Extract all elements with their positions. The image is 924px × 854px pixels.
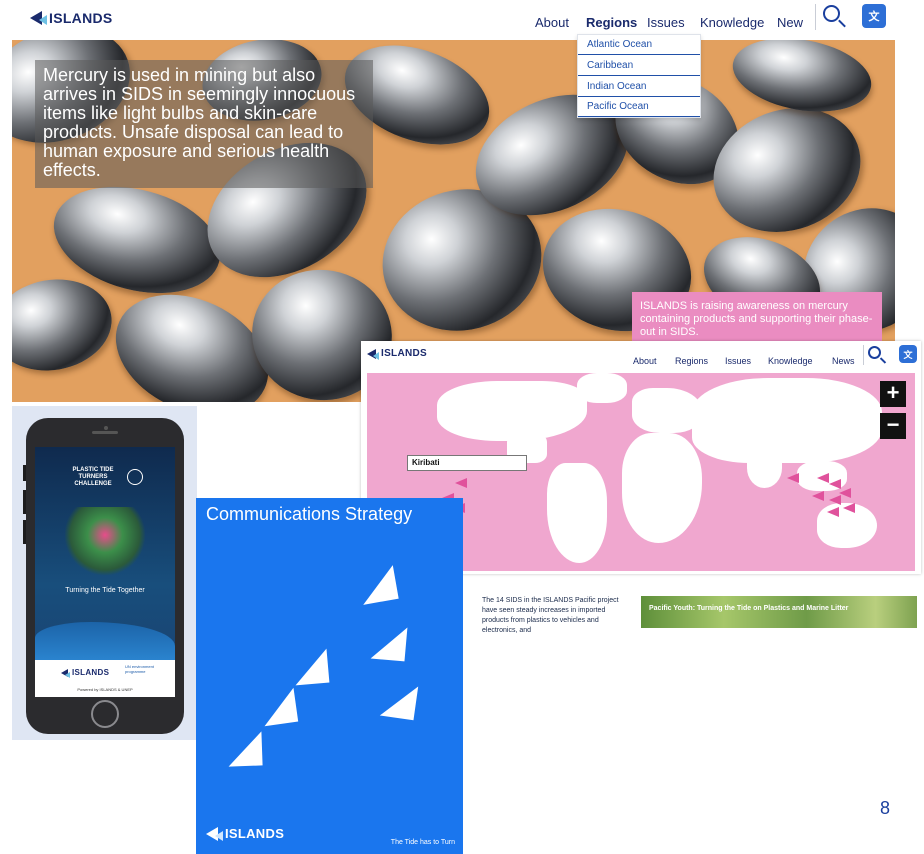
phone-side-button xyxy=(23,490,26,514)
page-number: 8 xyxy=(880,798,891,818)
land-north-america xyxy=(437,381,587,441)
land-greenland xyxy=(577,373,627,403)
zoom-in-button[interactable]: + xyxy=(880,381,906,407)
dropdown-item-indian[interactable]: Indian Ocean xyxy=(578,77,700,97)
phone-subtitle: Turning the Tide Together xyxy=(65,587,145,594)
comms-tagline: The Tide has to Turn xyxy=(390,839,455,846)
search-icon-handle xyxy=(879,357,887,364)
island-marker-icon[interactable] xyxy=(843,503,855,513)
logo-mark-accent-icon xyxy=(39,15,47,25)
land-asia xyxy=(692,378,882,463)
phone-speaker xyxy=(92,431,118,434)
islands-logo-small[interactable]: ISLANDS xyxy=(367,348,427,360)
island-marker-icon[interactable] xyxy=(812,491,824,501)
islands-logo[interactable]: ISLANDS xyxy=(30,10,113,26)
phone-home-button xyxy=(91,700,119,728)
map-nav-regions[interactable]: Regions xyxy=(675,356,708,366)
map-nav: ISLANDS About Regions Issues Knowledge N… xyxy=(361,341,921,371)
land-south-america xyxy=(547,463,607,563)
translate-icon: 文 xyxy=(868,11,880,23)
nav-news[interactable]: New xyxy=(777,15,803,30)
nav-knowledge[interactable]: Knowledge xyxy=(700,15,764,30)
phone-challenge-title: PLASTIC TIDE TURNERS CHALLENGE xyxy=(72,467,114,487)
search-button[interactable] xyxy=(820,3,848,31)
phone-camera-icon xyxy=(104,426,108,430)
article-body: The 14 SIDS in the ISLANDS Pacific proje… xyxy=(482,597,619,634)
island-marker-icon[interactable] xyxy=(787,473,799,483)
comms-title: Communications Strategy xyxy=(206,504,413,524)
wave-illustration xyxy=(35,622,175,662)
search-icon-handle xyxy=(838,19,846,28)
island-marker-icon[interactable] xyxy=(839,488,851,498)
map-search-button[interactable] xyxy=(866,344,888,366)
white-arrow-icon xyxy=(292,648,330,686)
land-africa xyxy=(622,433,702,543)
dropdown-item-caribbean[interactable]: Caribbean xyxy=(578,56,700,76)
phone-side-button xyxy=(23,465,26,481)
white-arrow-icon xyxy=(227,731,263,767)
logo-mark-accent-icon xyxy=(65,671,70,678)
unep-logo: UN environment programme xyxy=(125,664,154,674)
nav-about[interactable]: About xyxy=(535,15,569,30)
nav-issues[interactable]: Issues xyxy=(647,15,685,30)
phone-footer-text: Powered by ISLANDS & UNEP xyxy=(77,687,133,692)
map-nav-knowledge[interactable]: Knowledge xyxy=(768,356,813,366)
dropdown-item-atlantic[interactable]: Atlantic Ocean xyxy=(578,35,700,55)
white-arrow-icon xyxy=(357,565,399,605)
phone-side-button xyxy=(23,520,26,544)
nav-divider xyxy=(815,4,816,30)
island-illustration xyxy=(65,507,145,577)
phone-islands-logo: ISLANDS xyxy=(61,668,109,678)
search-icon xyxy=(868,346,881,359)
island-marker-icon[interactable] xyxy=(455,478,467,488)
island-marker-icon[interactable] xyxy=(817,473,829,483)
hero-caption: Mercury is used in mining but also arriv… xyxy=(35,60,373,188)
unep-seal-icon xyxy=(127,469,143,485)
map-country-label[interactable]: Kiribati xyxy=(407,455,527,471)
mercury-pebble xyxy=(12,270,119,380)
search-icon xyxy=(823,5,840,22)
nav-regions[interactable]: Regions xyxy=(586,15,637,30)
zoom-out-button[interactable]: − xyxy=(880,413,906,439)
translate-button[interactable]: 文 xyxy=(862,4,886,28)
logo-mark-accent-icon xyxy=(373,351,379,360)
map-nav-issues[interactable]: Issues xyxy=(725,356,751,366)
regions-dropdown: Atlantic Ocean Caribbean Indian Ocean Pa… xyxy=(577,34,701,118)
dropdown-item-pacific[interactable]: Pacific Ocean xyxy=(578,97,700,117)
translate-icon: 文 xyxy=(903,349,913,360)
communications-strategy-cover: Communications Strategy ISLANDS The Tide… xyxy=(196,498,463,854)
map-nav-about[interactable]: About xyxy=(633,356,657,366)
land-india xyxy=(747,448,782,488)
map-translate-button[interactable]: 文 xyxy=(899,345,917,363)
mercury-pebble xyxy=(726,40,878,122)
map-nav-news[interactable]: News xyxy=(832,356,855,366)
top-nav: ISLANDS About Regions Issues Knowledge N… xyxy=(0,0,924,38)
comms-islands-logo: ISLANDS xyxy=(206,826,284,841)
island-marker-icon[interactable] xyxy=(827,507,839,517)
white-arrow-icon xyxy=(259,687,299,727)
map-nav-divider xyxy=(863,345,864,365)
logo-mark-accent-icon xyxy=(215,830,223,841)
phone-footer: ISLANDS UN environment programme Powered… xyxy=(35,660,175,697)
pacific-youth-card[interactable]: Pacific Youth: Turning the Tide on Plast… xyxy=(641,596,917,628)
white-arrow-icon xyxy=(370,624,408,662)
white-arrow-icon xyxy=(379,681,419,721)
pacific-youth-card-label: Pacific Youth: Turning the Tide on Plast… xyxy=(649,605,849,612)
